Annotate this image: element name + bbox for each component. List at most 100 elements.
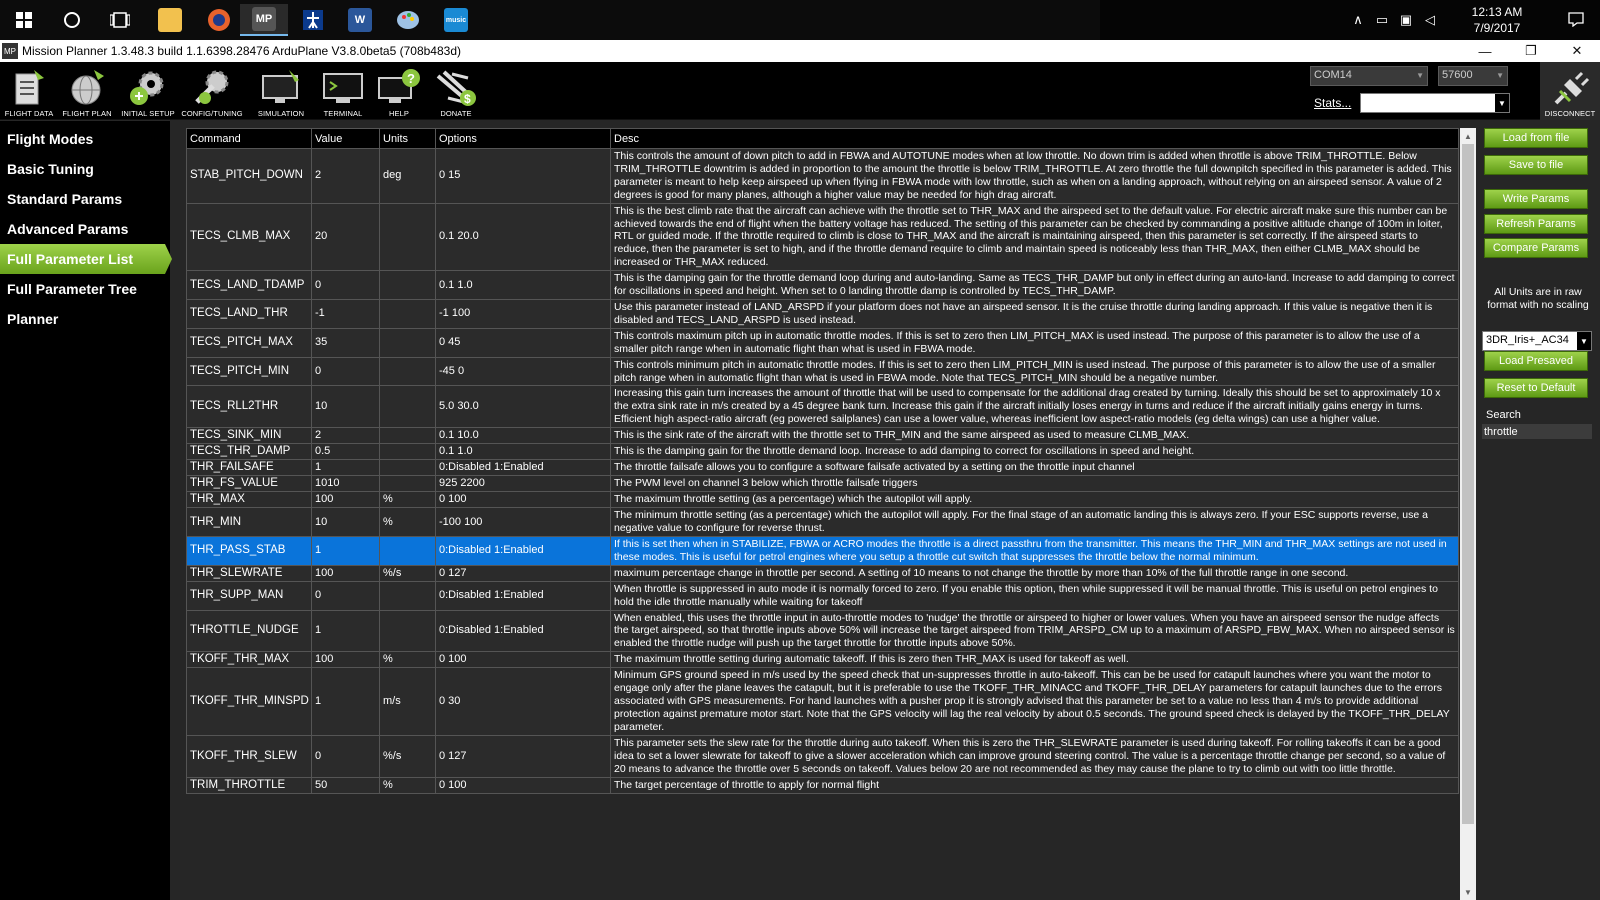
reset-to-default-button[interactable]: Reset to Default	[1484, 378, 1588, 398]
compare-params-button[interactable]: Compare Params	[1484, 238, 1588, 258]
table-row[interactable]: TECS_SINK_MIN 2 0.1 10.0 This is the sink r…	[186, 427, 1459, 445]
cell-value[interactable]: 0.5	[311, 443, 380, 461]
cell-value[interactable]: 50	[311, 776, 380, 794]
cell-value[interactable]: 10	[311, 507, 380, 537]
table-row[interactable]: TKOFF_THR_SLEW 0 %/s 0 127 This parameter se…	[186, 734, 1459, 778]
network-icon[interactable]: ▭	[1370, 12, 1394, 28]
baud-select[interactable]: 57600 ▼	[1438, 66, 1508, 86]
paint-icon[interactable]	[384, 4, 432, 36]
cell-value[interactable]: 0	[311, 270, 380, 300]
write-params-button[interactable]: Write Params	[1484, 189, 1588, 209]
flight-data-button[interactable]: FLIGHT DATA	[2, 64, 56, 120]
table-row[interactable]: TKOFF_THR_MINSPD 1 m/s 0 30 Minimum GPS grou…	[186, 667, 1459, 736]
column-header-options[interactable]: Options	[435, 128, 611, 149]
table-row[interactable]: TECS_THR_DAMP 0.5 0.1 1.0 This is the dampi…	[186, 443, 1459, 461]
cell-value[interactable]: 1	[311, 459, 380, 477]
donate-button[interactable]: $ DONATE	[430, 64, 482, 120]
cell-value[interactable]: 35	[311, 327, 380, 358]
table-row[interactable]: THR_FS_VALUE 1010 925 2200 The PWM level on…	[186, 475, 1459, 493]
scrollbar-thumb[interactable]	[1462, 144, 1474, 824]
table-row[interactable]: STAB_PITCH_DOWN 2 deg 0 15 This controls the…	[186, 148, 1459, 204]
cell-value[interactable]: 20	[311, 202, 380, 272]
cell-value[interactable]: 100	[311, 564, 380, 582]
mission-planner-icon[interactable]: MP	[240, 4, 288, 36]
word-icon[interactable]: W	[336, 4, 384, 36]
music-icon[interactable]: music	[432, 4, 480, 36]
cell-desc: The minimum throttle setting (as a perce…	[610, 507, 1459, 537]
cell-value[interactable]: 100	[311, 651, 380, 669]
column-header-command[interactable]: Command	[186, 128, 312, 149]
stats-link[interactable]: Stats...	[1314, 96, 1351, 110]
sidebar-item-basic-tuning[interactable]: Basic Tuning	[0, 154, 170, 184]
table-row[interactable]: THR_MAX 100% 0 100 The maximum throttle set…	[186, 491, 1459, 509]
chevron-up-icon[interactable]: ∧	[1346, 12, 1370, 28]
table-row[interactable]: TECS_CLMB_MAX 20 0.1 20.0 This is the best …	[186, 202, 1459, 272]
cortana-search-icon[interactable]	[48, 0, 96, 40]
flight-plan-button[interactable]: FLIGHT PLAN	[60, 64, 114, 120]
restore-icon[interactable]: ❐	[1508, 40, 1554, 62]
save-to-file-button[interactable]: Save to file	[1484, 155, 1588, 175]
load-presaved-button[interactable]: Load Presaved	[1484, 351, 1588, 371]
cell-value[interactable]: 0	[311, 356, 380, 387]
table-row[interactable]: THR_PASS_STAB 1 0:Disabled 1:Enabled If thi…	[186, 535, 1459, 566]
cell-value[interactable]: 100	[311, 491, 380, 509]
sidebar-item-planner[interactable]: Planner	[0, 304, 170, 334]
cell-value[interactable]: 1	[311, 535, 380, 566]
display-icon[interactable]: ▣	[1394, 12, 1418, 28]
table-row[interactable]: TECS_PITCH_MIN 0 -45 0 This controls minimu…	[186, 356, 1459, 387]
terminal-button[interactable]: TERMINAL	[318, 64, 368, 120]
cell-value[interactable]: -1	[311, 298, 380, 329]
table-row[interactable]: THR_SLEWRATE 100 %/s 0 127 maximum percentag…	[186, 564, 1459, 582]
cell-value[interactable]: 1	[311, 667, 380, 736]
app-figure-icon[interactable]	[289, 4, 337, 36]
table-row[interactable]: TECS_PITCH_MAX 35 0 45 This controls maximu…	[186, 327, 1459, 358]
cell-value[interactable]: 0	[311, 580, 380, 611]
disconnect-button[interactable]: DISCONNECT	[1540, 62, 1600, 120]
table-row[interactable]: TECS_LAND_THR -1 -1 100 Use this parameter …	[186, 298, 1459, 329]
clock[interactable]: 12:13 AM 7/9/2017	[1442, 4, 1552, 36]
table-row[interactable]: TECS_RLL2THR 10 5.0 30.0 Increasing this ga…	[186, 385, 1459, 429]
sidebar-item-full-parameter-list[interactable]: Full Parameter List	[0, 244, 172, 274]
sidebar-item-full-parameter-tree[interactable]: Full Parameter Tree	[0, 274, 170, 304]
cell-value[interactable]: 10	[311, 385, 380, 429]
table-row[interactable]: THR_SUPP_MAN 0 0:Disabled 1:Enabled When th…	[186, 580, 1459, 611]
table-row[interactable]: TKOFF_THR_MAX 100% 0 100 The maximum thrott…	[186, 651, 1459, 669]
scroll-down-icon[interactable]: ▼	[1460, 884, 1476, 900]
firefox-icon[interactable]	[195, 4, 243, 36]
refresh-params-button[interactable]: Refresh Params	[1484, 214, 1588, 234]
simulation-button[interactable]: SIMULATION	[252, 64, 310, 120]
profile-select[interactable]: 3DR_Iris+_AC34 ▼	[1482, 331, 1592, 351]
sidebar-item-flight-modes[interactable]: Flight Modes	[0, 124, 170, 154]
initial-setup-button[interactable]: INITIAL SETUP	[118, 64, 178, 120]
scroll-up-icon[interactable]: ▲	[1460, 128, 1476, 144]
speaker-icon[interactable]: ◁	[1418, 12, 1442, 28]
config-tuning-button[interactable]: CONFIG/TUNING	[180, 64, 244, 120]
grid-scrollbar[interactable]: ▲ ▼	[1460, 128, 1476, 900]
column-header-value[interactable]: Value	[311, 128, 380, 149]
table-row[interactable]: TRIM_THROTTLE 50% 0 100 The target percenta…	[186, 776, 1459, 794]
load-from-file-button[interactable]: Load from file	[1484, 128, 1588, 148]
minimize-icon[interactable]: —	[1462, 40, 1508, 62]
table-row[interactable]: TECS_LAND_TDAMP 0 0.1 1.0 This is the dampi…	[186, 270, 1459, 300]
table-row[interactable]: THR_FAILSAFE 1 0:Disabled 1:Enabled The thr…	[186, 459, 1459, 477]
stats-select[interactable]: ▼	[1360, 93, 1510, 113]
column-header-units[interactable]: Units	[379, 128, 436, 149]
notifications-icon[interactable]	[1552, 11, 1600, 30]
search-input[interactable]	[1482, 424, 1592, 439]
cell-value[interactable]: 1	[311, 609, 380, 653]
cell-value[interactable]: 2	[311, 148, 380, 204]
cell-value[interactable]: 0	[311, 734, 380, 778]
windows-start-icon[interactable]	[0, 0, 48, 40]
port-select[interactable]: COM14 ▼	[1310, 66, 1428, 86]
table-row[interactable]: THROTTLE_NUDGE 1 0:Disabled 1:Enabled When …	[186, 609, 1459, 653]
column-header-desc[interactable]: Desc	[610, 128, 1459, 149]
close-icon[interactable]: ✕	[1554, 40, 1600, 62]
cell-value[interactable]: 1010	[311, 475, 380, 493]
task-view-icon[interactable]	[96, 0, 144, 40]
sidebar-item-standard-params[interactable]: Standard Params	[0, 184, 170, 214]
help-button[interactable]: ? HELP	[374, 64, 424, 120]
table-row[interactable]: THR_MIN 10% -100 100 The minimum throttle s…	[186, 507, 1459, 537]
sidebar-item-advanced-params[interactable]: Advanced Params	[0, 214, 170, 244]
file-explorer-icon[interactable]	[146, 4, 194, 36]
cell-value[interactable]: 2	[311, 427, 380, 445]
